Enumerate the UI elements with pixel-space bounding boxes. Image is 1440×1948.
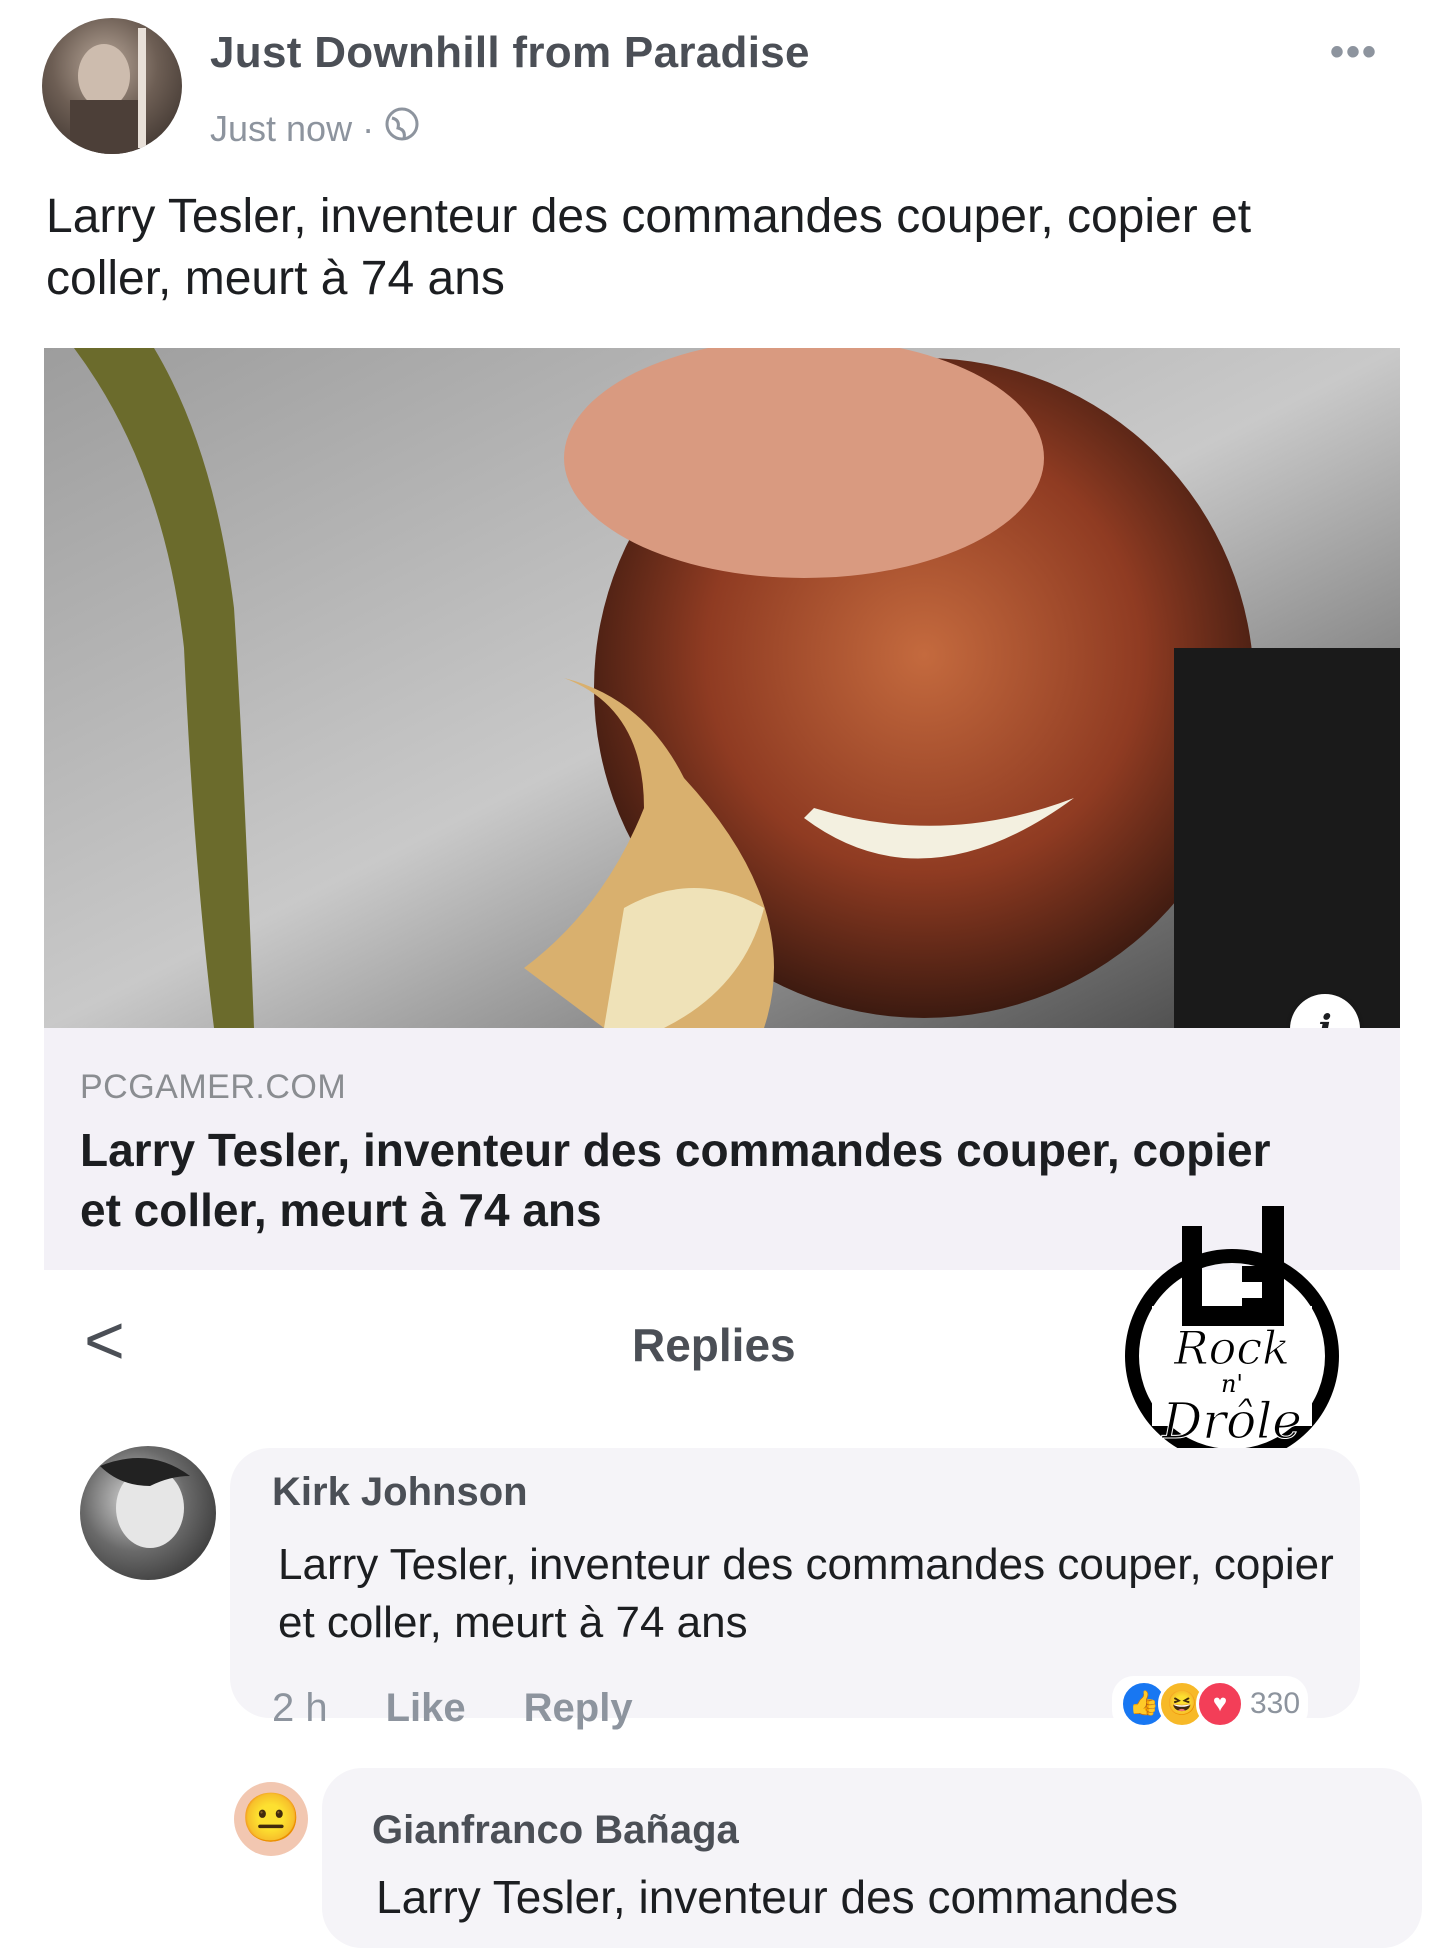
rock-n-drole-logo: Rock n' Drôle [1112, 1186, 1352, 1466]
comment-time[interactable]: 2 h [272, 1686, 328, 1731]
svg-text:Drôle: Drôle [1161, 1392, 1302, 1450]
svg-text:Rock: Rock [1173, 1321, 1290, 1375]
comment-actions: 2 h Like Reply [272, 1686, 633, 1731]
link-preview-image[interactable] [44, 348, 1400, 1028]
comment-text: Larry Tesler, inventeur des commandes co… [278, 1540, 1334, 1647]
reaction-count: 330 [1250, 1687, 1301, 1720]
globe-icon [384, 106, 420, 151]
love-reaction-icon: ♥ [1196, 1680, 1244, 1728]
post-author-name[interactable]: Just Downhill from Paradise [210, 28, 810, 78]
more-options-icon[interactable]: ••• [1330, 30, 1378, 75]
reply-button[interactable]: Reply [524, 1686, 633, 1731]
replies-title: Replies [632, 1319, 796, 1371]
like-button[interactable]: Like [386, 1686, 466, 1731]
link-preview-domain: PCGAMER.COM [80, 1068, 347, 1106]
commenter-avatar[interactable] [80, 1446, 216, 1580]
commenter-name[interactable]: Gianfranco Bañaga [372, 1808, 739, 1853]
post-text: Larry Tesler, inventeur des commandes co… [46, 190, 1252, 305]
author-avatar[interactable] [42, 18, 182, 154]
post-timestamp: Just now · [210, 106, 420, 151]
reaction-summary[interactable]: 👍 😆 ♥ 330 [1112, 1676, 1309, 1732]
commenter-avatar[interactable]: 😐 [234, 1782, 308, 1856]
commenter-name[interactable]: Kirk Johnson [272, 1470, 528, 1515]
comment-text: Larry Tesler, inventeur des commandes [376, 1871, 1178, 1923]
chevron-left-icon[interactable]: < [84, 1300, 125, 1380]
timestamp-text: Just now · [210, 107, 375, 149]
